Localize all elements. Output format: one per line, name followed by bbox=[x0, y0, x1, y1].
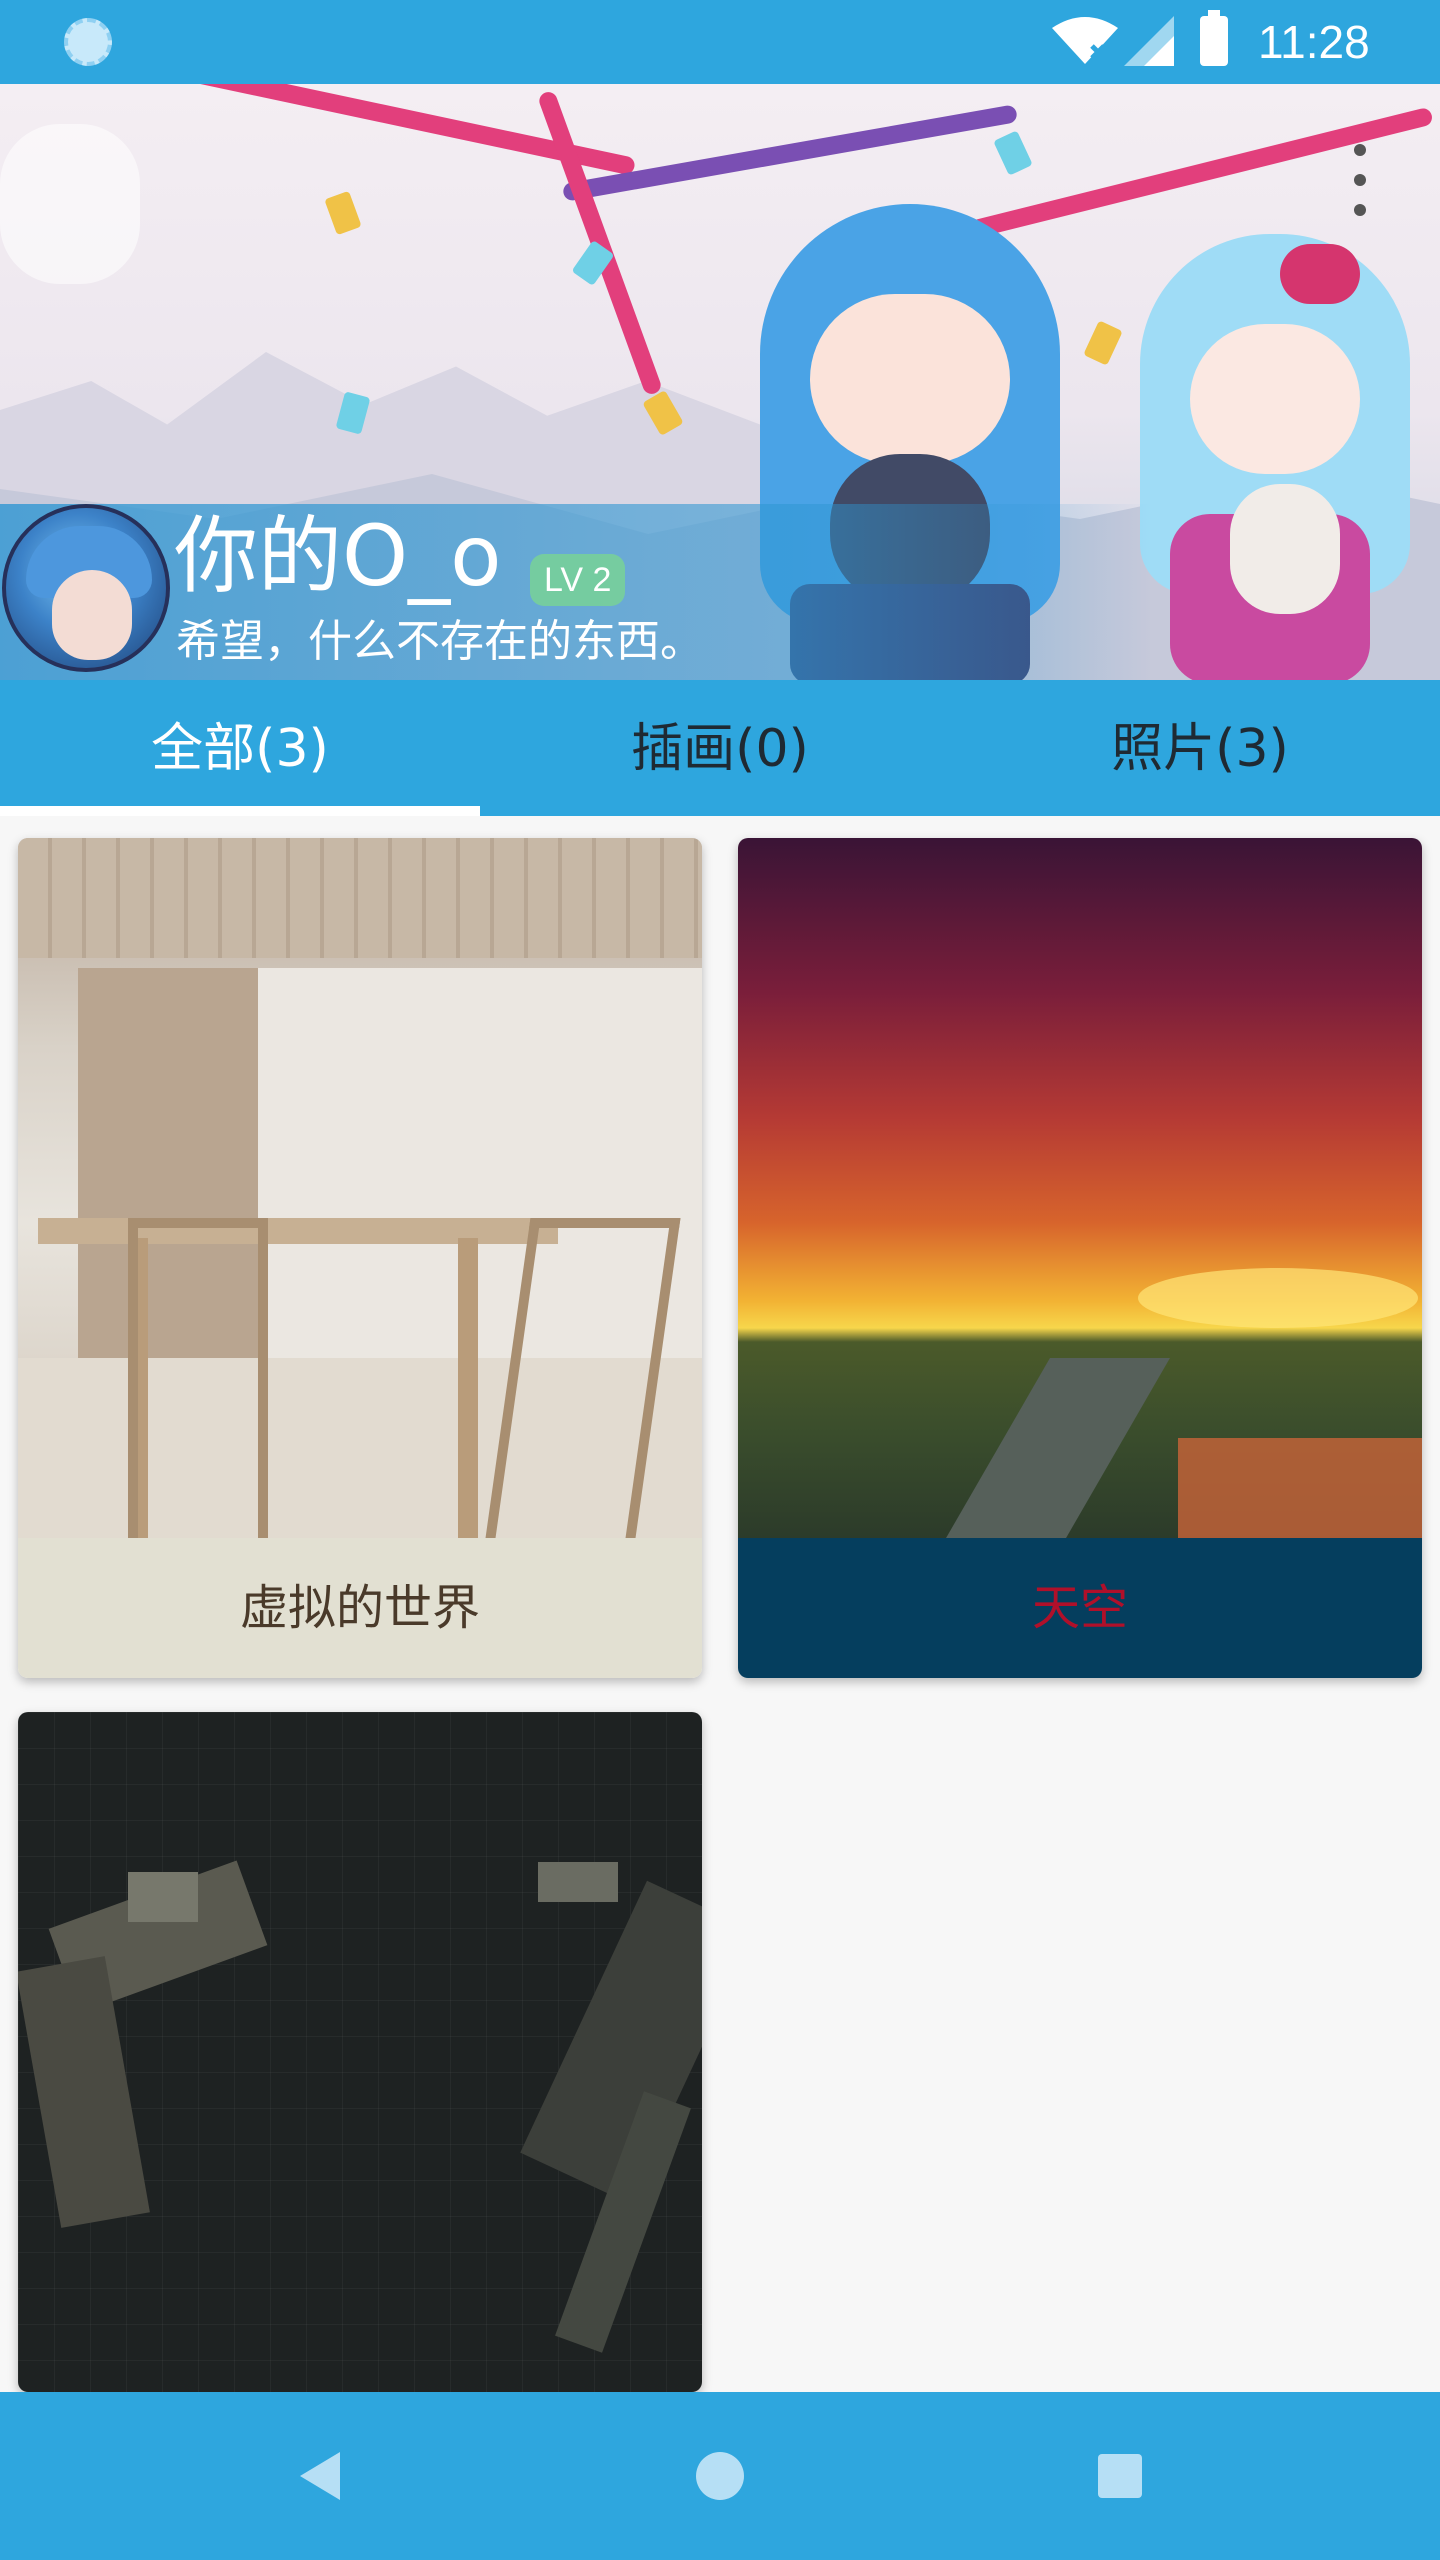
ribbon-decoration bbox=[561, 104, 1019, 202]
wifi-icon bbox=[1052, 17, 1118, 64]
sync-spinner-icon bbox=[64, 18, 112, 66]
gallery-card[interactable] bbox=[18, 1712, 702, 2392]
overflow-menu-icon[interactable] bbox=[1352, 144, 1368, 244]
tab-indicator bbox=[0, 806, 480, 816]
username: 你的O_o bbox=[174, 507, 502, 605]
system-nav-bar bbox=[0, 2392, 1440, 2560]
recents-icon[interactable] bbox=[1098, 2454, 1142, 2498]
tab-illustrations[interactable]: 插画(0) bbox=[480, 680, 960, 816]
status-time: 11:28 bbox=[1258, 16, 1370, 68]
cellular-signal-icon bbox=[1124, 16, 1174, 66]
gallery-card[interactable]: 虚拟的世界 bbox=[18, 838, 702, 1678]
battery-icon bbox=[1200, 10, 1228, 66]
status-bar: 11:28 bbox=[0, 0, 1440, 84]
home-icon[interactable] bbox=[696, 2452, 744, 2500]
header-background-shape bbox=[0, 124, 140, 284]
gallery-thumbnail bbox=[18, 1712, 702, 2392]
level-badge: LV 2 bbox=[530, 554, 626, 606]
avatar[interactable] bbox=[2, 504, 170, 672]
ribbon-decoration bbox=[536, 89, 664, 397]
gallery-card-title: 天空 bbox=[738, 1538, 1422, 1678]
confetti-decoration bbox=[324, 190, 362, 236]
tab-all[interactable]: 全部(3) bbox=[0, 680, 480, 816]
back-icon[interactable] bbox=[300, 2452, 340, 2500]
gallery-card[interactable]: 天空 bbox=[738, 838, 1422, 1678]
gallery-thumbnail bbox=[18, 838, 702, 1538]
confetti-decoration bbox=[993, 130, 1033, 176]
gallery-card-title: 虚拟的世界 bbox=[18, 1538, 702, 1678]
tab-bar: 全部(3) 插画(0) 照片(3) bbox=[0, 680, 1440, 816]
tab-photos[interactable]: 照片(3) bbox=[960, 680, 1440, 816]
gallery-thumbnail bbox=[738, 838, 1422, 1538]
profile-motto: 希望，什么不存在的东西。 bbox=[176, 616, 704, 667]
